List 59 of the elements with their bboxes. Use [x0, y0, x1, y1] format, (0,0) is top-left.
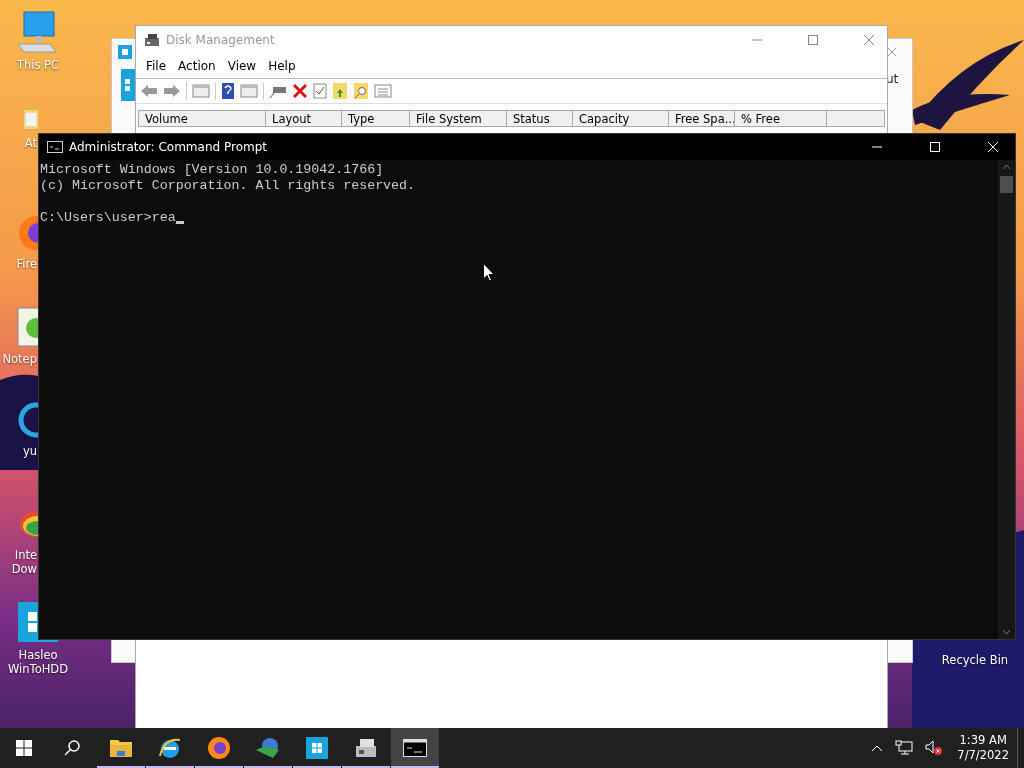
e-logo-icon — [158, 736, 182, 760]
windows-tile-icon — [118, 45, 132, 59]
fox-logo-icon — [207, 736, 231, 760]
menu-item[interactable]: View — [221, 59, 263, 73]
clock-date[interactable]: 7/7/2022 — [957, 748, 1009, 763]
up-caret-icon[interactable] — [1002, 164, 1011, 170]
folder-search-icon[interactable] — [353, 82, 369, 100]
column-header[interactable]: File System — [410, 110, 507, 127]
icon-label: yu — [22, 444, 37, 458]
search-icon — [64, 740, 80, 756]
chevron-up-icon[interactable] — [871, 744, 884, 752]
icon-label: At — [24, 136, 37, 150]
folder-icon — [109, 738, 133, 758]
column-header[interactable]: Free Spa... — [669, 110, 735, 127]
icon-label: Fire — [16, 257, 37, 271]
menu-item[interactable]: File — [140, 59, 173, 73]
menu-item[interactable]: Help — [262, 59, 302, 73]
notepad-icon[interactable] — [16, 306, 38, 348]
console-line: (c) Microsoft Corporation. All rights reserved. — [40, 178, 416, 194]
muted-speaker-icon[interactable] — [925, 740, 944, 756]
checked-page-icon[interactable] — [313, 83, 327, 99]
ring-icon[interactable] — [16, 400, 38, 440]
menu-item[interactable]: Action — [172, 59, 222, 73]
window-title: Administrator: Command Prompt — [69, 140, 267, 154]
taskbar-app[interactable] — [391, 728, 439, 768]
computer-icon[interactable] — [14, 10, 60, 54]
icon-label: Dow — [11, 562, 37, 576]
column-header[interactable]: Layout — [266, 110, 342, 127]
icon-label: Inte — [14, 548, 37, 562]
icon-label: Recycle Bin — [941, 653, 1009, 667]
network-icon[interactable] — [895, 740, 914, 756]
pointer-icon — [483, 263, 495, 282]
icon-label: This PC — [16, 58, 60, 72]
scrollbar[interactable] — [998, 160, 1015, 639]
column-header[interactable]: % Free — [735, 110, 827, 127]
folder-up-icon[interactable] — [332, 82, 348, 100]
down-caret-icon[interactable] — [1002, 629, 1011, 635]
column-header[interactable]: Volume — [138, 110, 266, 127]
windows-logo-icon — [16, 740, 32, 756]
scroll-thumb[interactable] — [1000, 176, 1013, 193]
console-line: C:\Users\user>rea — [40, 210, 176, 226]
terminal-icon — [47, 141, 63, 153]
column-header[interactable]: Type — [342, 110, 410, 127]
console-line: Microsoft Windows [Version 10.0.19042.1766] — [40, 162, 384, 178]
terminal-icon — [403, 739, 427, 757]
text-cursor — [175, 221, 184, 224]
column-header[interactable]: Capacity — [573, 110, 669, 127]
icon-label: Hasleo — [18, 648, 58, 662]
window-title: Disk Management — [166, 33, 275, 47]
back-arrow-icon[interactable] — [140, 83, 158, 99]
help-icon[interactable] — [221, 82, 235, 100]
globe-arrow-icon — [255, 736, 281, 760]
column-header[interactable]: Status — [507, 110, 573, 127]
delete-icon[interactable] — [292, 83, 308, 99]
forward-arrow-icon[interactable] — [163, 83, 181, 99]
windows-tile-icon — [306, 737, 328, 759]
icon-label: Notep — [2, 352, 37, 366]
clock-time[interactable]: 1:39 AM — [959, 733, 1007, 748]
icon-label: WinToHDD — [7, 662, 69, 676]
